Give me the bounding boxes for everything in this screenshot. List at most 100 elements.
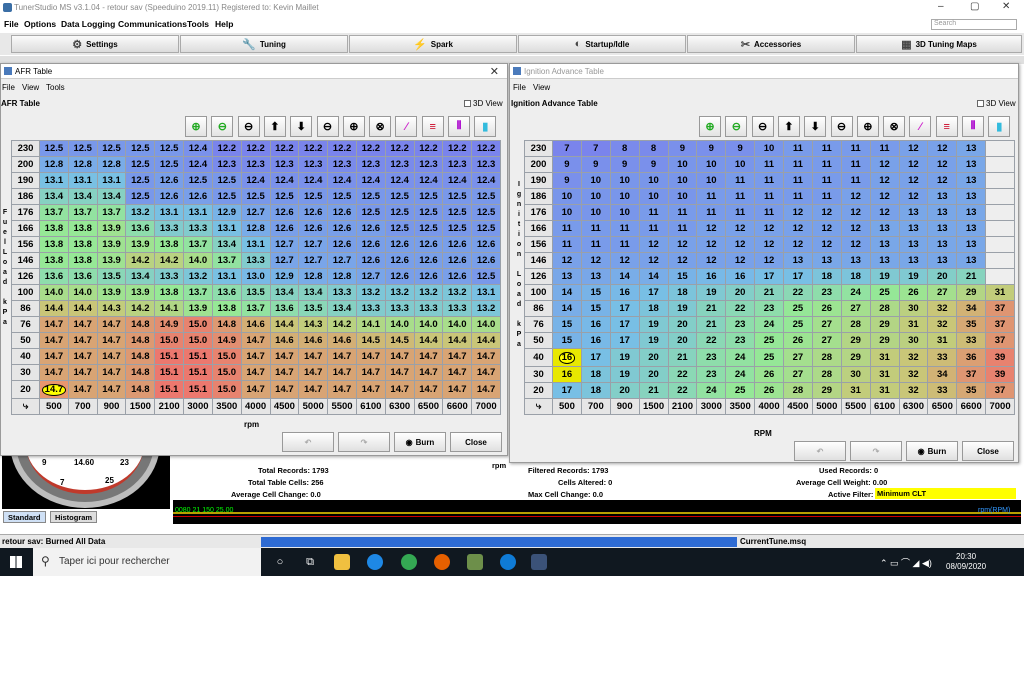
afr-table-cell[interactable]: 13.8 [67, 236, 98, 254]
afr-table-cell[interactable]: 14.7 [39, 364, 69, 382]
afr-table-cell[interactable]: 13.3 [327, 284, 357, 302]
ign-table-cell[interactable]: 26 [898, 284, 929, 302]
ign-table-cell[interactable]: 20 [609, 381, 640, 399]
afr-table-cell[interactable]: 15.0 [211, 364, 242, 382]
ign-table-cell[interactable]: 15 [552, 332, 582, 350]
afr-table-cell[interactable]: 12.2 [471, 139, 501, 158]
afr-table-cell[interactable]: 12.5 [67, 139, 98, 158]
ign-table-cell[interactable]: 30 [898, 332, 929, 350]
afr-y-axis-value[interactable]: 166 [11, 220, 40, 238]
afr-table-cell[interactable]: 12.6 [442, 236, 473, 254]
afr-x-axis-value[interactable]: 7000 [471, 397, 501, 416]
ign-table-cell[interactable]: 16 [580, 332, 611, 350]
ign-table-cell[interactable]: 25 [869, 284, 900, 302]
ign-table-cell[interactable]: 12 [927, 139, 958, 158]
ign-table-cell[interactable]: 11 [783, 139, 813, 158]
ign-table-cell[interactable]: 12 [927, 156, 958, 174]
ign-table-cell[interactable]: 12 [840, 204, 871, 222]
ign-x-axis-value[interactable]: 1500 [638, 397, 669, 416]
ign-table-cell[interactable]: 10 [609, 188, 640, 206]
afr-table-cell[interactable]: 14.4 [39, 300, 69, 318]
afr-table-cell[interactable]: 12.6 [442, 268, 473, 286]
afr-table-cell[interactable]: 12.5 [471, 268, 501, 286]
afr-table-cell[interactable]: 14.7 [240, 364, 271, 382]
ign-table-cell[interactable]: 28 [840, 316, 871, 334]
ign-table-cell[interactable]: 12 [869, 188, 900, 206]
afr-table-cell[interactable]: 14.7 [67, 348, 98, 366]
ign-table-cell[interactable]: 12 [580, 252, 611, 270]
ign-table-cell[interactable]: 12 [696, 236, 727, 254]
startup-idle-tab[interactable]: ◐ Startup/Idle [518, 35, 686, 53]
ign-table-cell[interactable]: 9 [552, 156, 582, 174]
afr-table-cell[interactable]: 14.7 [413, 380, 444, 399]
ign-table-cell[interactable]: 10 [754, 139, 784, 158]
ign-table-cell[interactable]: 39 [985, 365, 1015, 383]
afr-table-cell[interactable]: 14.7 [96, 348, 127, 366]
ign-table-cell[interactable]: 37 [956, 365, 987, 383]
ign-table-cell[interactable]: 11 [552, 236, 582, 254]
afr-table-cell[interactable]: 13.4 [39, 188, 69, 206]
ign-table-cell[interactable]: 12 [552, 252, 582, 270]
afr-table-cell[interactable]: 12.5 [125, 156, 156, 174]
afr-table-cell[interactable]: 12.5 [125, 188, 156, 206]
close-icon[interactable]: ✕ [490, 65, 499, 78]
ign-table-cell[interactable]: 19 [696, 284, 727, 302]
ign-table-cell[interactable]: 13 [898, 236, 929, 254]
search-input[interactable]: Search [931, 19, 1017, 30]
ign-table-cell[interactable]: 24 [840, 284, 871, 302]
afr-table-cell[interactable]: 13.8 [67, 252, 98, 270]
afr-table-cell[interactable]: 14.3 [298, 316, 329, 334]
ign-table-cell[interactable]: 23 [696, 348, 727, 367]
afr-table-cell[interactable]: 14.7 [471, 364, 501, 382]
afr-table-cell[interactable]: 13.2 [384, 284, 415, 302]
ign-x-axis-value[interactable]: 700 [580, 397, 611, 416]
afr-table-cell[interactable]: 12.5 [298, 188, 329, 206]
afr-table-cell[interactable]: 12.4 [183, 139, 213, 158]
ign-table-cell[interactable]: 10 [580, 188, 611, 206]
ign-y-axis-value[interactable]: 176 [524, 204, 553, 222]
ign-table-cell[interactable]: 16 [696, 268, 727, 286]
ign-table-cell[interactable]: 37 [985, 381, 1015, 399]
afr-table-cell[interactable]: 12.7 [240, 204, 271, 222]
ign-table-cell[interactable]: 26 [754, 381, 784, 399]
ign-table-cell[interactable]: 8 [638, 139, 669, 158]
ign-table-cell[interactable]: 37 [985, 316, 1015, 334]
afr-table-cell[interactable]: 12.8 [240, 220, 271, 238]
afr-table-cell[interactable]: 13.2 [471, 300, 501, 318]
afr-table-cell[interactable]: 14.6 [269, 332, 300, 350]
ign-table-cell[interactable]: 21 [696, 300, 727, 318]
afr-table-cell[interactable]: 12.8 [67, 156, 98, 174]
ign-table-cell[interactable]: 9 [638, 156, 669, 174]
afr-table-cell[interactable]: 14.5 [355, 332, 386, 350]
afr-table-cell[interactable]: 14.6 [240, 316, 271, 334]
ign-x-axis-value[interactable]: 6500 [927, 397, 958, 416]
afr-table-cell[interactable]: 12.4 [442, 172, 473, 190]
afr-table-cell[interactable]: 13.3 [154, 268, 185, 286]
ign-table-cell[interactable]: 12 [869, 172, 900, 190]
afr-table-cell[interactable]: 12.5 [413, 188, 444, 206]
afr-table-cell[interactable]: 12.6 [298, 204, 329, 222]
afr-table-cell[interactable]: 14.7 [67, 380, 98, 399]
afr-table-cell[interactable]: 13.7 [240, 300, 271, 318]
ign-table-cell[interactable]: 16 [609, 284, 640, 302]
afr-table-cell[interactable]: 14.8 [211, 316, 242, 334]
afr-add-button[interactable]: ⊕ [342, 116, 365, 137]
afr-table-cell[interactable]: 14.7 [355, 380, 386, 399]
afr-table-cell[interactable]: 12.2 [327, 139, 357, 158]
ign-y-axis-value[interactable]: 146 [524, 252, 553, 270]
afr-y-axis-value[interactable]: 200 [11, 156, 40, 174]
ign-pen-button[interactable]: ∕ [909, 116, 932, 137]
afr-table-cell[interactable]: 12.2 [355, 139, 386, 158]
chrome-icon[interactable] [401, 554, 417, 570]
afr-table-cell[interactable]: 12.6 [355, 252, 386, 270]
afr-table-cell[interactable]: 12.3 [413, 156, 444, 174]
ign-table-cell[interactable]: 13 [927, 204, 958, 222]
ign-table-cell[interactable]: 11 [811, 139, 842, 158]
afr-table-cell[interactable]: 12.4 [355, 172, 386, 190]
afr-table-cell[interactable]: 14.7 [269, 380, 300, 399]
ign-table-cell[interactable]: 25 [754, 332, 784, 350]
ign-table-cell[interactable]: 11 [754, 156, 784, 174]
ign-table-cell[interactable]: 37 [985, 332, 1015, 350]
ign-table-cell[interactable]: 31 [927, 332, 958, 350]
afr-table-cell[interactable]: 12.4 [183, 156, 213, 174]
